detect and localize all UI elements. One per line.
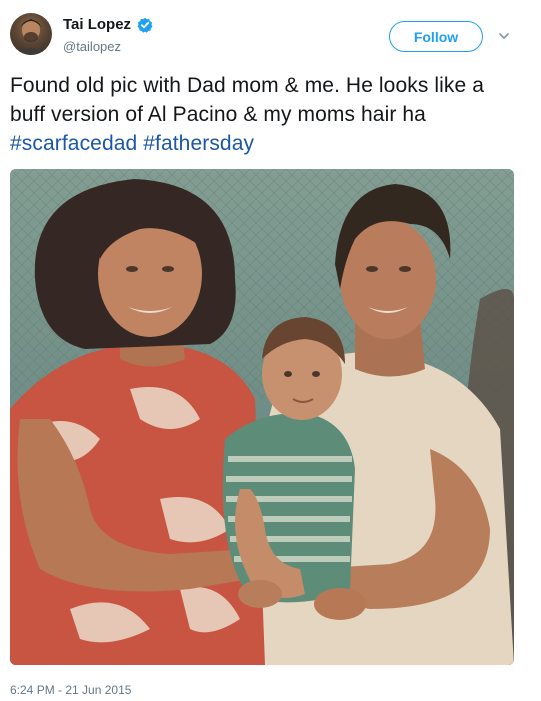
name-row: Tai Lopez <box>63 16 153 33</box>
family-photo-image <box>10 169 514 665</box>
user-handle[interactable]: @tailopez <box>63 39 121 54</box>
user-avatar-icon <box>14 19 48 55</box>
avatar[interactable] <box>10 13 52 55</box>
tweet-text: Found old pic with Dad mom & me. He look… <box>10 71 518 158</box>
tweet-card: Tai Lopez @tailopez Follow Found old pic… <box>0 0 541 701</box>
follow-button[interactable]: Follow <box>389 21 483 52</box>
tweet-photo[interactable] <box>10 169 514 665</box>
tweet-timestamp[interactable]: 6:24 PM - 21 Jun 2015 <box>10 683 131 697</box>
display-name[interactable]: Tai Lopez <box>63 16 131 33</box>
verified-badge-icon <box>137 17 153 33</box>
chevron-down-icon[interactable] <box>497 29 511 43</box>
hashtag-link[interactable]: #fathersday <box>143 132 254 155</box>
tweet-body: Found old pic with Dad mom & me. He look… <box>10 74 484 126</box>
hashtag-link[interactable]: #scarfacedad <box>10 132 137 155</box>
